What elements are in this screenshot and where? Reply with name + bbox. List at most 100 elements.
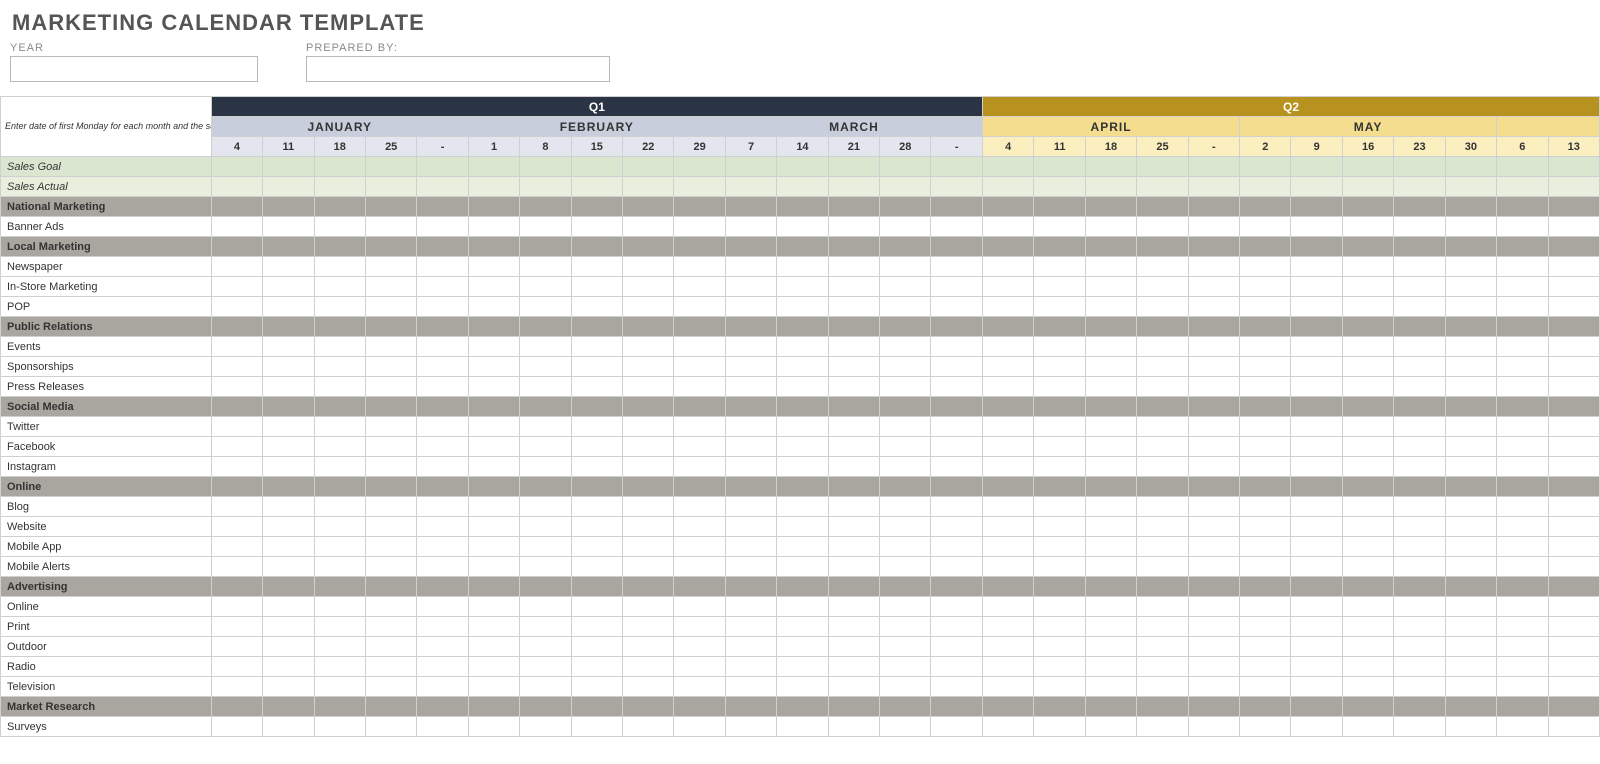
calendar-cell[interactable] bbox=[983, 417, 1034, 437]
calendar-cell[interactable] bbox=[1188, 217, 1239, 237]
calendar-cell[interactable] bbox=[1188, 717, 1239, 737]
calendar-cell[interactable] bbox=[263, 437, 314, 457]
calendar-cell[interactable] bbox=[1497, 377, 1548, 397]
calendar-cell[interactable] bbox=[725, 217, 776, 237]
calendar-cell[interactable] bbox=[931, 617, 983, 637]
calendar-cell[interactable] bbox=[931, 677, 983, 697]
calendar-cell[interactable] bbox=[880, 537, 931, 557]
calendar-cell[interactable] bbox=[1085, 597, 1136, 617]
calendar-cell[interactable] bbox=[1240, 517, 1291, 537]
calendar-cell[interactable] bbox=[828, 557, 879, 577]
calendar-cell[interactable] bbox=[1394, 377, 1445, 397]
calendar-cell[interactable] bbox=[983, 217, 1034, 237]
calendar-cell[interactable] bbox=[1445, 657, 1496, 677]
calendar-cell[interactable] bbox=[417, 437, 468, 457]
calendar-cell[interactable] bbox=[468, 277, 519, 297]
calendar-cell[interactable] bbox=[314, 597, 365, 617]
calendar-cell[interactable] bbox=[1085, 517, 1136, 537]
calendar-cell[interactable] bbox=[1034, 277, 1085, 297]
calendar-cell[interactable] bbox=[1342, 597, 1393, 617]
calendar-cell[interactable] bbox=[314, 637, 365, 657]
calendar-cell[interactable] bbox=[417, 297, 468, 317]
calendar-cell[interactable] bbox=[1085, 297, 1136, 317]
calendar-cell[interactable] bbox=[468, 177, 519, 197]
calendar-cell[interactable] bbox=[880, 717, 931, 737]
calendar-cell[interactable] bbox=[623, 297, 674, 317]
calendar-cell[interactable] bbox=[1497, 537, 1548, 557]
calendar-cell[interactable] bbox=[365, 157, 416, 177]
calendar-cell[interactable] bbox=[931, 177, 983, 197]
calendar-cell[interactable] bbox=[314, 157, 365, 177]
calendar-cell[interactable] bbox=[314, 437, 365, 457]
calendar-cell[interactable] bbox=[931, 257, 983, 277]
calendar-cell[interactable] bbox=[1085, 537, 1136, 557]
calendar-cell[interactable] bbox=[1445, 177, 1496, 197]
calendar-cell[interactable] bbox=[931, 457, 983, 477]
calendar-cell[interactable] bbox=[880, 557, 931, 577]
calendar-cell[interactable] bbox=[1548, 657, 1600, 677]
calendar-cell[interactable] bbox=[571, 357, 622, 377]
calendar-cell[interactable] bbox=[1291, 557, 1342, 577]
calendar-cell[interactable] bbox=[1188, 457, 1239, 477]
calendar-cell[interactable] bbox=[1240, 657, 1291, 677]
calendar-cell[interactable] bbox=[1085, 437, 1136, 457]
calendar-cell[interactable] bbox=[314, 557, 365, 577]
calendar-cell[interactable] bbox=[1497, 457, 1548, 477]
calendar-cell[interactable] bbox=[211, 497, 262, 517]
calendar-cell[interactable] bbox=[211, 457, 262, 477]
prepared-by-input[interactable] bbox=[306, 56, 610, 82]
calendar-cell[interactable] bbox=[1394, 677, 1445, 697]
calendar-cell[interactable] bbox=[931, 297, 983, 317]
calendar-cell[interactable] bbox=[1497, 717, 1548, 737]
calendar-cell[interactable] bbox=[1291, 417, 1342, 437]
calendar-cell[interactable] bbox=[1445, 637, 1496, 657]
calendar-cell[interactable] bbox=[1394, 297, 1445, 317]
calendar-cell[interactable] bbox=[1137, 497, 1188, 517]
calendar-cell[interactable] bbox=[674, 297, 725, 317]
calendar-cell[interactable] bbox=[520, 277, 571, 297]
calendar-cell[interactable] bbox=[520, 377, 571, 397]
calendar-cell[interactable] bbox=[777, 157, 828, 177]
calendar-cell[interactable] bbox=[1034, 357, 1085, 377]
calendar-cell[interactable] bbox=[468, 457, 519, 477]
calendar-cell[interactable] bbox=[571, 337, 622, 357]
calendar-cell[interactable] bbox=[725, 337, 776, 357]
calendar-cell[interactable] bbox=[828, 457, 879, 477]
calendar-cell[interactable] bbox=[417, 157, 468, 177]
calendar-cell[interactable] bbox=[725, 437, 776, 457]
calendar-cell[interactable] bbox=[983, 277, 1034, 297]
calendar-cell[interactable] bbox=[417, 497, 468, 517]
calendar-cell[interactable] bbox=[1445, 497, 1496, 517]
calendar-cell[interactable] bbox=[623, 597, 674, 617]
calendar-cell[interactable] bbox=[828, 217, 879, 237]
calendar-cell[interactable] bbox=[983, 157, 1034, 177]
calendar-cell[interactable] bbox=[365, 597, 416, 617]
calendar-cell[interactable] bbox=[1188, 657, 1239, 677]
calendar-cell[interactable] bbox=[211, 277, 262, 297]
calendar-cell[interactable] bbox=[365, 177, 416, 197]
calendar-cell[interactable] bbox=[1291, 677, 1342, 697]
calendar-cell[interactable] bbox=[931, 337, 983, 357]
calendar-cell[interactable] bbox=[1548, 637, 1600, 657]
calendar-cell[interactable] bbox=[520, 497, 571, 517]
calendar-cell[interactable] bbox=[263, 537, 314, 557]
calendar-cell[interactable] bbox=[1188, 497, 1239, 517]
calendar-cell[interactable] bbox=[520, 417, 571, 437]
calendar-cell[interactable] bbox=[674, 177, 725, 197]
calendar-cell[interactable] bbox=[674, 557, 725, 577]
calendar-cell[interactable] bbox=[1342, 497, 1393, 517]
calendar-cell[interactable] bbox=[520, 677, 571, 697]
calendar-cell[interactable] bbox=[1034, 257, 1085, 277]
calendar-cell[interactable] bbox=[1291, 357, 1342, 377]
calendar-cell[interactable] bbox=[417, 257, 468, 277]
calendar-cell[interactable] bbox=[365, 637, 416, 657]
calendar-cell[interactable] bbox=[1445, 357, 1496, 377]
calendar-cell[interactable] bbox=[1445, 437, 1496, 457]
calendar-cell[interactable] bbox=[1034, 497, 1085, 517]
calendar-cell[interactable] bbox=[1188, 677, 1239, 697]
calendar-cell[interactable] bbox=[1240, 617, 1291, 637]
calendar-cell[interactable] bbox=[674, 377, 725, 397]
calendar-cell[interactable] bbox=[417, 357, 468, 377]
calendar-cell[interactable] bbox=[931, 217, 983, 237]
calendar-cell[interactable] bbox=[1497, 437, 1548, 457]
